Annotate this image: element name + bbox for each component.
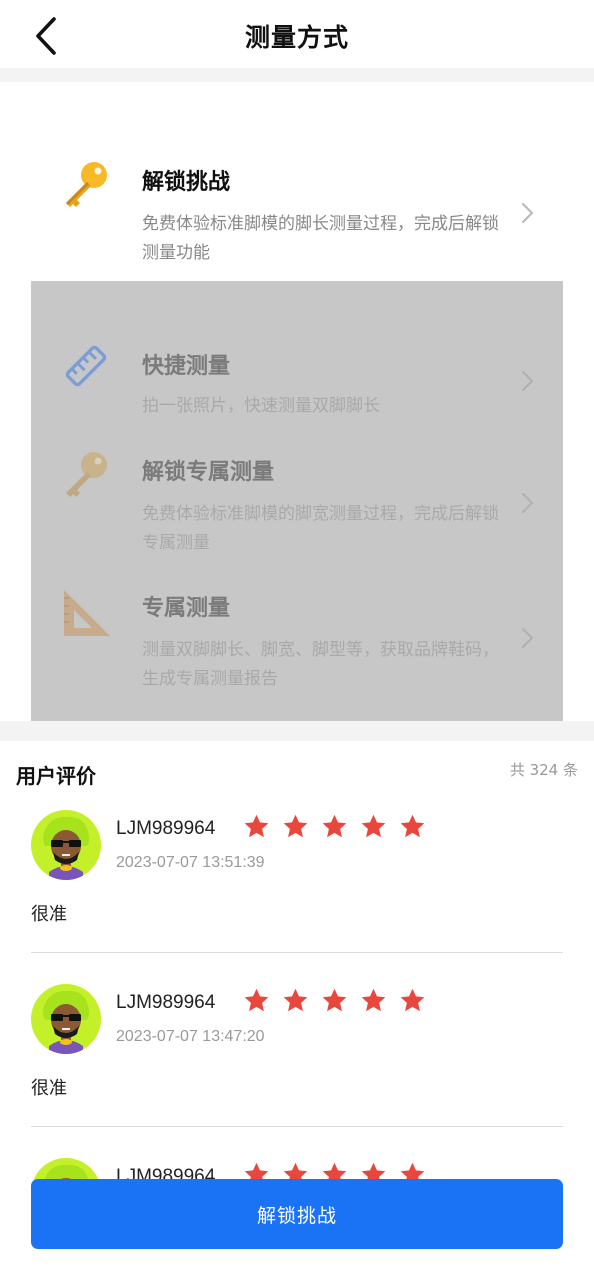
ruler-icon	[65, 345, 107, 387]
option-title: 解锁专属测量	[142, 460, 275, 485]
star-icon	[244, 814, 269, 838]
star-icon	[361, 814, 386, 838]
star-icon	[283, 814, 308, 838]
option-title: 专属测量	[142, 596, 231, 621]
review-time: 2023-07-07 13:51:39	[116, 854, 265, 871]
chevron-right-icon	[522, 493, 533, 513]
reviewer-name: LJM989964	[116, 818, 216, 839]
key-icon	[66, 452, 107, 497]
divider	[31, 1126, 563, 1127]
reviews-section-title: 用户评价	[16, 764, 96, 788]
option-description: 免费体验标准脚模的脚宽测量过程，完成后解锁专属测量	[142, 504, 499, 553]
chevron-right-icon	[522, 628, 533, 648]
page-title: 测量方式	[244, 23, 349, 52]
chevron-right-icon	[522, 371, 533, 391]
option-title: 解锁挑战	[142, 170, 231, 195]
set-square-icon	[64, 590, 110, 636]
option-description: 测量双脚脚长、脚宽、脚型等，获取品牌鞋码，生成专属测量报告	[142, 640, 499, 689]
measurement-method-page: 测量方式 解锁挑战 免费体验标准脚模的脚长测量过程，完成后解锁测量功能 快捷测量…	[0, 0, 594, 1280]
star-icon	[322, 988, 347, 1012]
option-unlock-challenge[interactable]: 解锁挑战 免费体验标准脚模的脚长测量过程，完成后解锁测量功能	[0, 140, 594, 280]
section-divider	[0, 68, 594, 82]
option-description: 免费体验标准脚模的脚长测量过程，完成后解锁测量功能	[142, 214, 499, 263]
star-icon	[400, 814, 425, 838]
option-description: 拍一张照片，快速测量双脚脚长	[142, 396, 380, 416]
top-nav-bar: 测量方式	[0, 0, 594, 68]
star-icon	[400, 988, 425, 1012]
review-content: 很准	[31, 1078, 67, 1099]
avatar	[31, 984, 101, 1054]
key-icon	[66, 162, 107, 207]
reviewer-name: LJM989964	[116, 992, 216, 1013]
divider	[31, 952, 563, 953]
star-icon	[361, 988, 386, 1012]
option-exclusive-measure[interactable]: 专属测量 测量双脚脚长、脚宽、脚型等，获取品牌鞋码，生成专属测量报告	[0, 578, 594, 708]
star-icon	[283, 988, 308, 1012]
section-divider	[0, 721, 594, 741]
review-item: LJM989964 2023-07-07 13:47:20 很准	[0, 984, 594, 1158]
star-icon	[244, 988, 269, 1012]
star-icon	[322, 814, 347, 838]
chevron-right-icon	[522, 203, 533, 223]
review-time: 2023-07-07 13:47:20	[116, 1028, 265, 1045]
avatar	[31, 810, 101, 880]
rating-stars	[243, 813, 426, 841]
option-quick-measure[interactable]: 快捷测量 拍一张照片，快速测量双脚脚长	[0, 330, 594, 430]
option-unlock-exclusive[interactable]: 解锁专属测量 免费体验标准脚模的脚宽测量过程，完成后解锁专属测量	[0, 440, 594, 560]
unlock-challenge-button[interactable]: 解锁挑战	[31, 1179, 563, 1249]
reviews-count: 共 324 条	[509, 761, 578, 779]
review-content: 很准	[31, 904, 67, 925]
option-title: 快捷测量	[142, 354, 231, 379]
rating-stars	[243, 987, 426, 1015]
review-item: LJM989964 2023-07-07 13:51:39 很准	[0, 810, 594, 984]
